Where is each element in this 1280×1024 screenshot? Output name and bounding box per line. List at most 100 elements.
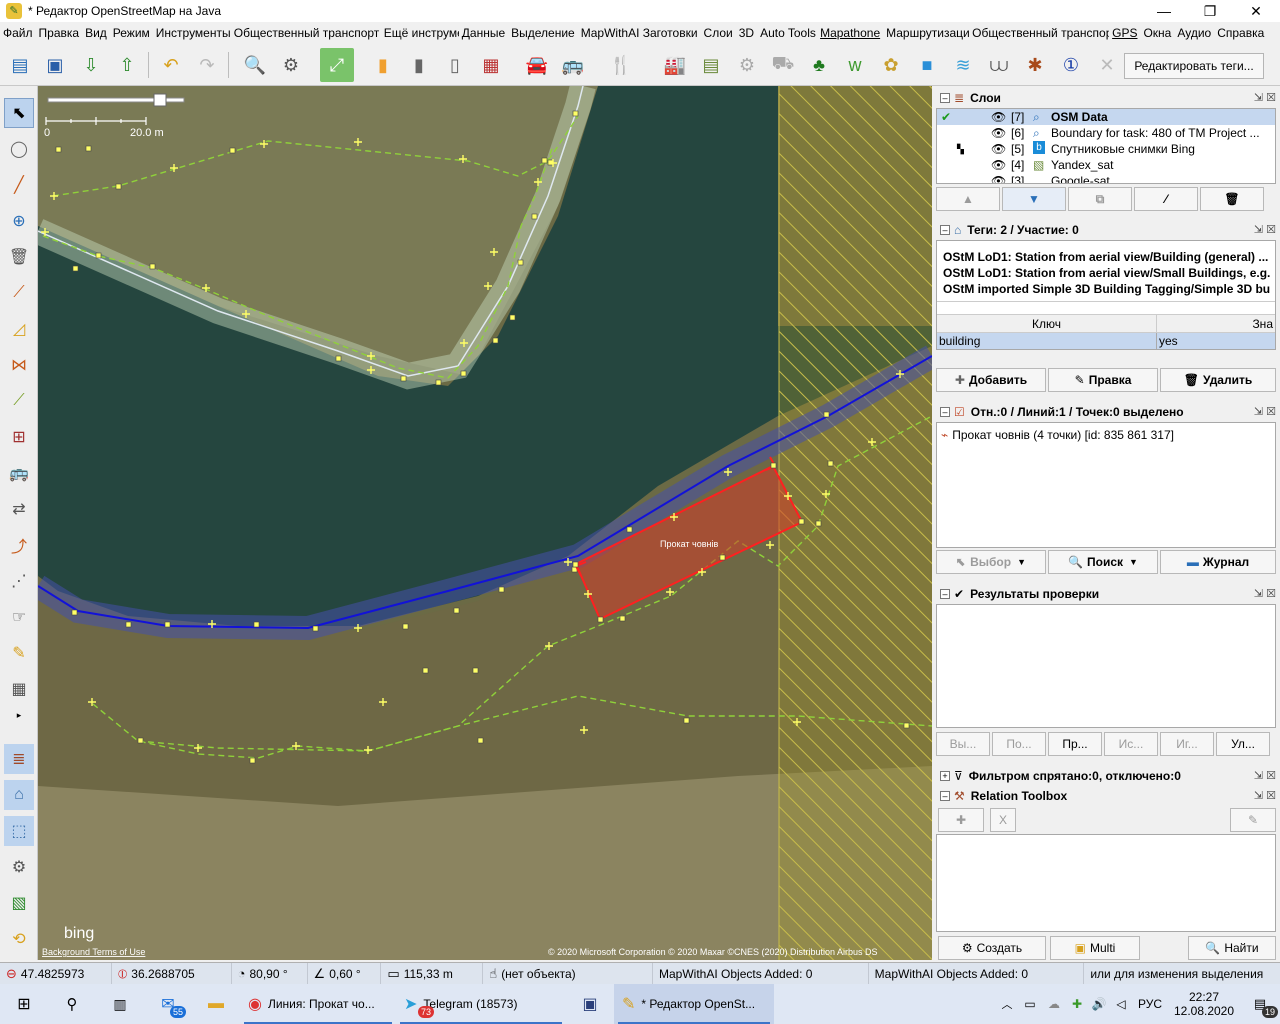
delete-mode-icon[interactable]: 🗑 (4, 242, 34, 272)
tag-table[interactable]: OStM LoD1: Station from aerial view/Buil… (936, 240, 1276, 350)
mail-icon[interactable]: ✉ 55 (144, 984, 192, 1024)
menu-routing[interactable]: Маршрутизация (883, 26, 969, 40)
menu-edit[interactable]: Правка (36, 26, 83, 40)
relation-toolbox-body[interactable] (936, 834, 1276, 932)
menu-more-tools[interactable]: Ещё инструменты (381, 26, 459, 40)
parallel-mode-icon[interactable]: ◿ (4, 314, 34, 344)
extrude-icon[interactable]: ⤴ (4, 530, 34, 560)
lasso-mode-icon[interactable]: ◯ (4, 134, 34, 164)
preset-link[interactable]: OStM LoD1: Station from aerial view/Buil… (937, 249, 1275, 265)
move-down-icon[interactable]: ▼ (1002, 187, 1066, 211)
grid-mode-icon[interactable]: ▦ (4, 674, 34, 704)
add-tag-button[interactable]: ✚ Добавить (936, 368, 1046, 392)
menu-presets[interactable]: Заготовки (640, 26, 701, 40)
forest-icon[interactable]: ♣ (802, 48, 836, 82)
menu-gps[interactable]: GPS (1109, 26, 1140, 40)
search-button[interactable]: 🔍 Поиск ▼ (1048, 550, 1158, 574)
network-icon[interactable]: ▭ (1018, 984, 1042, 1024)
tags-dialog-header[interactable]: – ⌂ Теги: 2 / Участие: 0 ⇲ ☒ (934, 220, 1280, 240)
water-icon[interactable]: ■ (910, 48, 944, 82)
layers-dialog-header[interactable]: – ≣ Слои ⇲ ☒ (934, 88, 1280, 108)
wall-icon[interactable]: ▦ (474, 48, 508, 82)
menu-file[interactable]: Файл (0, 26, 36, 40)
visibility-eye-icon[interactable]: 👁 (991, 109, 1006, 125)
farmland-icon[interactable]: ✿ (874, 48, 908, 82)
move-up-icon[interactable]: ▲ (936, 187, 1000, 211)
zoom-to-data-icon[interactable]: ⤢ (320, 48, 354, 82)
validation-select-button[interactable]: Вы... (936, 732, 990, 756)
path-icon[interactable]: ▯ (438, 48, 472, 82)
menu-mapathone[interactable]: Mapathone (817, 26, 883, 40)
measure-icon[interactable]: ⟋ (4, 386, 34, 416)
tag-row[interactable]: building yes (937, 333, 1275, 349)
cross-icon[interactable]: ✕ (1090, 48, 1124, 82)
download-icon[interactable]: ⇩ (74, 48, 108, 82)
improve-button[interactable]: Ул... (1216, 732, 1270, 756)
clock[interactable]: 22:27 12.08.2020 (1168, 984, 1240, 1024)
more-tools-chevron-icon[interactable]: ▸ (4, 706, 34, 724)
dock-close-icons[interactable]: ⇲ ☒ (1254, 587, 1276, 600)
collapse-toggle-icon[interactable]: – (940, 225, 950, 235)
merge-layer-icon[interactable]: ⧉ (1068, 187, 1132, 211)
find-button[interactable]: 🔍 Найти (1188, 936, 1276, 960)
save-icon[interactable]: ▣ (38, 48, 72, 82)
collapse-toggle-icon[interactable]: – (940, 407, 950, 417)
language-indicator[interactable]: РУС (1132, 984, 1168, 1024)
menu-windows[interactable]: Окна (1140, 26, 1174, 40)
validation-dialog-header[interactable]: – ✔ Результаты проверки ⇲ ☒ (934, 584, 1280, 604)
tractor-icon[interactable]: ⛟ (766, 48, 800, 82)
settings-toggle-icon[interactable]: ⚙ (4, 852, 34, 882)
edit-tag-button[interactable]: ✎ Правка (1048, 368, 1158, 392)
menu-public-transport-2[interactable]: Общественный транспорт (969, 26, 1109, 40)
menu-selection[interactable]: Выделение (508, 26, 578, 40)
search-icon[interactable]: ⚲ (48, 984, 96, 1024)
add-member-icon[interactable]: ✚ (938, 808, 984, 832)
highway-icon[interactable]: ▮ (402, 48, 436, 82)
layer-row[interactable]: ✔ 👁 [7] ⌕ OSM Data (937, 109, 1275, 125)
selection-list[interactable]: ⌁ Прокат човнів (4 точки) [id: 835 861 31… (936, 422, 1276, 548)
tags-toggle-icon[interactable]: ⌂ (4, 780, 34, 810)
validation-zoom-button[interactable]: По... (992, 732, 1046, 756)
grass-icon[interactable]: ᴡ (838, 48, 872, 82)
layer-row[interactable]: 👁 [4] ▧ Yandex_sat (937, 157, 1275, 173)
multi-button[interactable]: ▣ Multi (1050, 936, 1140, 960)
ignore-button[interactable]: Иг... (1160, 732, 1214, 756)
dropdown-arrow-icon[interactable]: ▼ (1017, 557, 1026, 567)
dock-close-icons[interactable]: ⇲ ☒ (1254, 405, 1276, 418)
menu-mode[interactable]: Режим (110, 26, 153, 40)
scrub-icon[interactable]: ⩊ (982, 48, 1016, 82)
create-relation-button[interactable]: ⚙ Создать (938, 936, 1046, 960)
sequence-icon[interactable]: ① (1054, 48, 1088, 82)
layer-row[interactable]: 👁 [3] Google-sat (937, 173, 1275, 183)
taskbar-chrome-window[interactable]: ◉ Линия: Прокат чо... (240, 984, 396, 1024)
dropdown-arrow-icon[interactable]: ▼ (1129, 557, 1138, 567)
menu-audio[interactable]: Аудио (1174, 26, 1214, 40)
visibility-eye-icon[interactable]: 👁 (991, 141, 1006, 157)
save-app-icon[interactable]: ▣ (566, 984, 614, 1024)
construction-icon[interactable]: ⚙ (730, 48, 764, 82)
selection-item[interactable]: ⌁ Прокат човнів (4 точки) [id: 835 861 31… (937, 427, 1275, 443)
taskbar-josm-window[interactable]: ✎ * Редактор OpenSt... (614, 984, 774, 1024)
node-mode-icon[interactable]: ⋰ (4, 566, 34, 596)
wetland-icon[interactable]: ≋ (946, 48, 980, 82)
landfill-icon[interactable]: ▤ (694, 48, 728, 82)
maximize-button[interactable]: ❐ (1187, 0, 1233, 22)
delete-layer-icon[interactable]: 🗑 (1200, 187, 1264, 211)
undo-icon[interactable]: ↶ (154, 48, 188, 82)
menu-auto-tools[interactable]: Auto Tools (757, 26, 817, 40)
building-tool-icon[interactable]: ⊞ (4, 422, 34, 452)
history-button[interactable]: ▬ Журнал (1160, 550, 1276, 574)
restaurant-icon[interactable]: 🍴 (604, 48, 638, 82)
filter-dialog-header[interactable]: + ⊽ Фильтром спрятано:0, отключено:0 ⇲ ☒ (934, 766, 1280, 786)
file-explorer-icon[interactable]: ▬ (192, 984, 240, 1024)
selection-toggle-icon[interactable]: ⬚ (4, 816, 34, 846)
task-view-icon[interactable]: ▥ (96, 984, 144, 1024)
preferences-icon[interactable]: ⚙ (274, 48, 308, 82)
collapse-toggle-icon[interactable]: – (940, 93, 950, 103)
refresh-toggle-icon[interactable]: ⟲ (4, 924, 34, 954)
draw-mode-icon[interactable]: ╱ (4, 170, 34, 200)
delete-tag-button[interactable]: 🗑 Удалить (1160, 368, 1276, 392)
menu-public-transport[interactable]: Общественный транспорт (231, 26, 381, 40)
relation-toolbox-header[interactable]: – ⚒ Relation Toolbox ⇲ ☒ (934, 786, 1280, 806)
visibility-eye-icon[interactable]: 👁 (991, 125, 1006, 141)
